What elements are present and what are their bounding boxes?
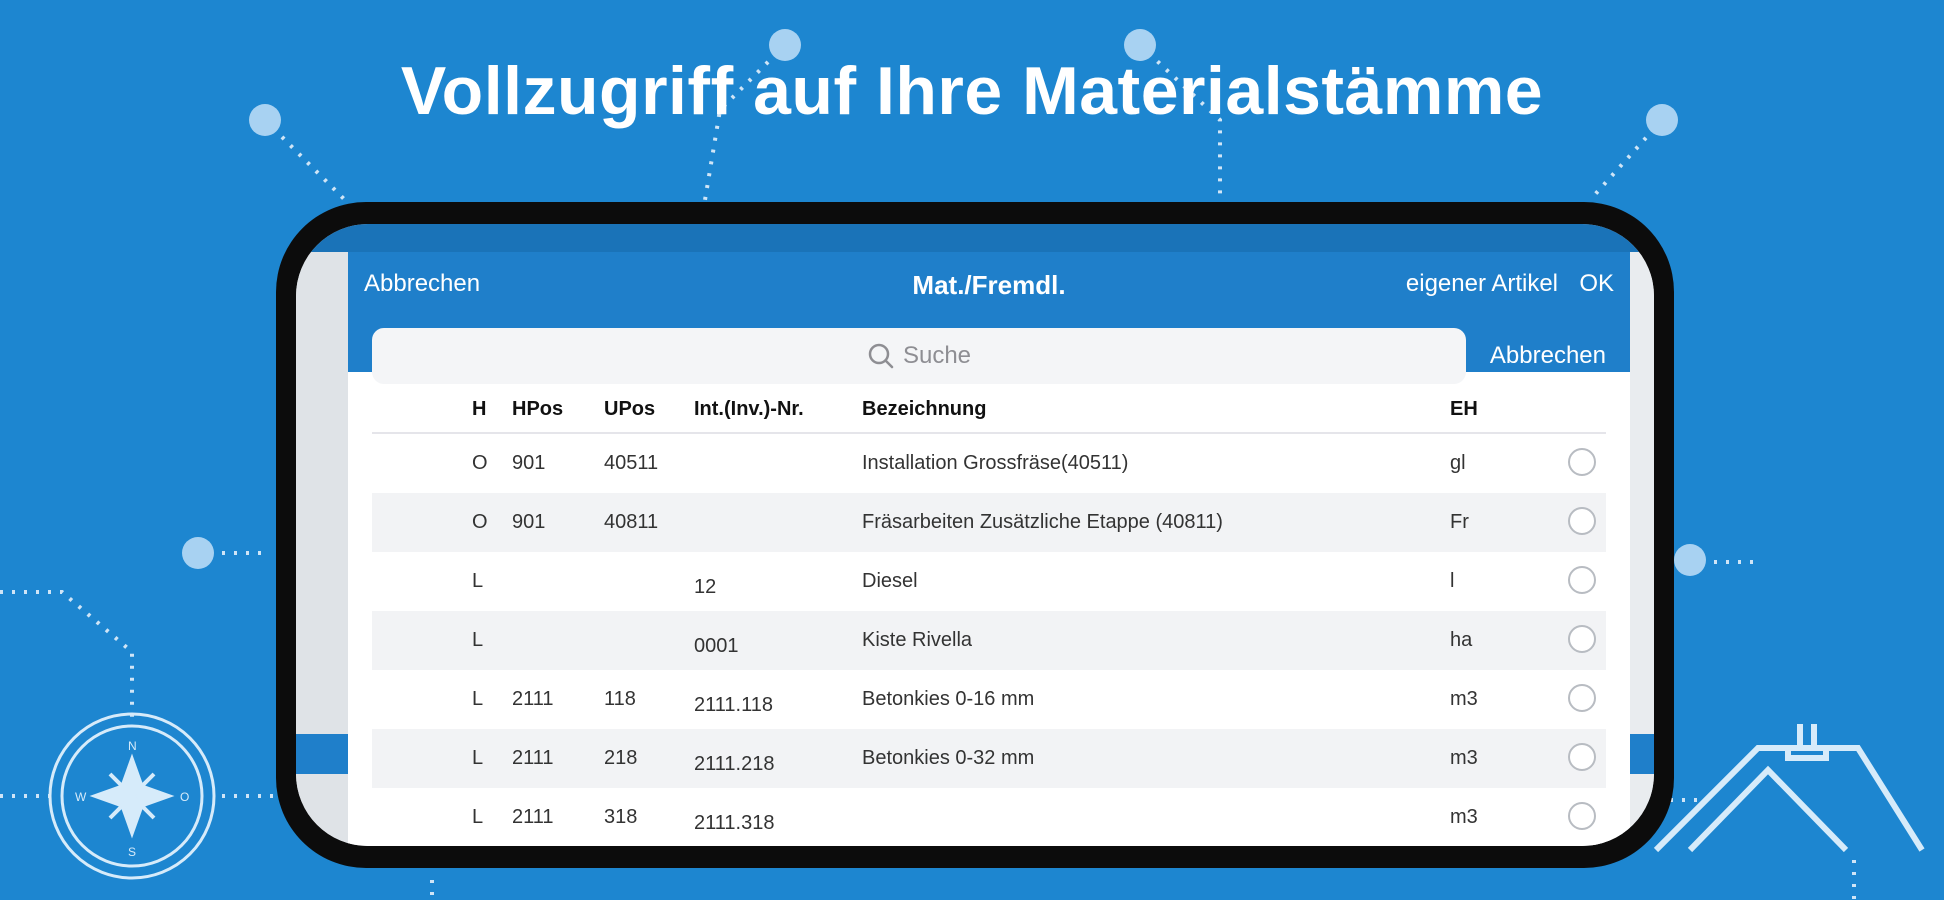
cell-bezeichnung: Installation Grossfräse(40511) [862, 452, 1129, 474]
cell-eh: m3 [1450, 688, 1478, 710]
compass-letter-n: N [128, 739, 137, 753]
cell-eh: gl [1450, 452, 1466, 474]
cell-upos: 40811 [604, 511, 659, 533]
row-select-radio[interactable] [1568, 566, 1596, 594]
cell-h: L [472, 747, 484, 769]
ok-button[interactable]: OK [1579, 270, 1614, 298]
cell-bezeichnung: Kiste Rivella [862, 629, 973, 651]
table-row[interactable]: L 12 Diesel l [372, 552, 1606, 611]
column-header-int-nr[interactable]: Int.(Inv.)-Nr. [694, 398, 804, 421]
column-header-upos[interactable]: UPos [604, 398, 655, 421]
cell-upos: 318 [604, 806, 638, 828]
table-header: H HPos UPos Int.(Inv.)-Nr. Bezeichnung E… [372, 382, 1606, 434]
column-header-bezeichnung[interactable]: Bezeichnung [862, 398, 986, 421]
cell-bezeichnung: Betonkies 0-32 mm [862, 747, 1035, 769]
cell-eh: Fr [1450, 511, 1469, 533]
phone-screen: Abbrechen Mat./Fremdl. eigener Artikel O… [296, 224, 1654, 846]
compass-letter-o: O [180, 790, 189, 804]
cell-bezeichnung: Fräsarbeiten Zusätzliche Etappe (40811) [862, 511, 1223, 533]
cell-eh: ha [1450, 629, 1473, 651]
cell-int-nr: 0001 [694, 635, 739, 657]
own-article-button[interactable]: eigener Artikel [1406, 270, 1558, 298]
phone-frame: Abbrechen Mat./Fremdl. eigener Artikel O… [276, 202, 1674, 868]
row-select-radio[interactable] [1568, 448, 1596, 476]
cell-hpos: 2111 [512, 688, 554, 710]
background-app-header [296, 224, 1654, 252]
search-input[interactable]: Suche [372, 328, 1466, 384]
row-select-radio[interactable] [1568, 507, 1596, 535]
column-header-eh[interactable]: EH [1450, 398, 1478, 421]
cell-upos: 218 [604, 747, 638, 769]
table-row[interactable]: O 901 40511 Installation Grossfräse(4051… [372, 434, 1606, 493]
cell-bezeichnung: Betonkies 0-16 mm [862, 688, 1035, 710]
column-header-hpos[interactable]: HPos [512, 398, 563, 421]
cell-int-nr: 2111.318 [694, 812, 775, 834]
house-outline-icon [1653, 724, 1925, 853]
cell-eh: m3 [1450, 806, 1478, 828]
material-table: H HPos UPos Int.(Inv.)-Nr. Bezeichnung E… [372, 382, 1606, 846]
table-row[interactable]: L 0001 Kiste Rivella ha [372, 611, 1606, 670]
cell-h: L [472, 688, 484, 710]
dialog-cancel-button[interactable]: Abbrechen [364, 270, 480, 298]
cell-h: L [472, 629, 484, 651]
headline: Vollzugriff auf Ihre Materialstämme [400, 53, 1544, 129]
background-app-left-button [296, 734, 352, 774]
search-cancel-button[interactable]: Abbrechen [1490, 342, 1606, 370]
cell-hpos: 901 [512, 452, 546, 474]
cell-eh: m3 [1450, 747, 1478, 769]
compass-letter-s: S [128, 845, 136, 859]
row-select-radio[interactable] [1568, 743, 1596, 771]
material-picker-dialog: Abbrechen Mat./Fremdl. eigener Artikel O… [348, 252, 1630, 846]
cell-eh: l [1450, 570, 1455, 592]
cell-upos: 118 [604, 688, 636, 710]
search-placeholder: Suche [902, 342, 972, 369]
cell-h: O [472, 511, 488, 533]
table-row[interactable]: L 2111 218 2111.218 Betonkies 0-32 mm m3 [372, 729, 1606, 788]
compass-letter-w: W [75, 790, 87, 804]
table-row[interactable]: L 2111 118 2111.118 Betonkies 0-16 mm m3 [372, 670, 1606, 729]
cell-bezeichnung: Diesel [862, 570, 918, 592]
dialog-navbar: Abbrechen Mat./Fremdl. eigener Artikel O… [348, 252, 1630, 384]
cell-int-nr: 2111.218 [694, 753, 775, 775]
row-select-radio[interactable] [1568, 684, 1596, 712]
cell-hpos: 2111 [512, 747, 554, 769]
table-row[interactable]: L 2111 318 2111.318 m3 [372, 788, 1606, 846]
row-select-radio[interactable] [1568, 625, 1596, 653]
cell-h: L [472, 806, 484, 828]
cell-upos: 40511 [604, 452, 659, 474]
column-header-h[interactable]: H [472, 398, 486, 421]
row-select-radio[interactable] [1568, 802, 1596, 830]
cell-h: L [472, 570, 484, 592]
cell-h: O [472, 452, 488, 474]
table-row[interactable]: O 901 40811 Fräsarbeiten Zusätzliche Eta… [372, 493, 1606, 552]
cell-hpos: 901 [512, 511, 546, 533]
cell-hpos: 2111 [512, 806, 554, 828]
cell-int-nr: 2111.118 [694, 694, 773, 716]
cell-int-nr: 12 [694, 576, 717, 598]
search-icon [868, 343, 894, 369]
